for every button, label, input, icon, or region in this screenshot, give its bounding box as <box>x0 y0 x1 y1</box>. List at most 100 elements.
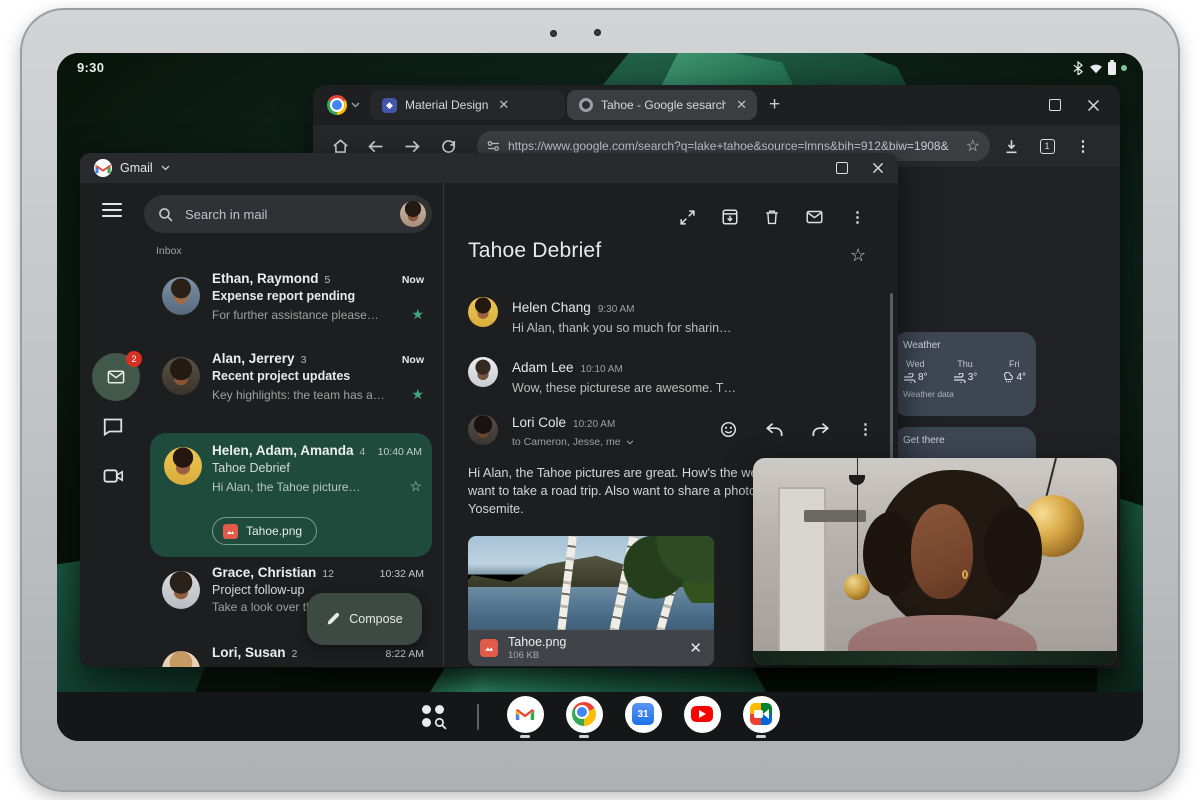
gmail-maximize-button[interactable] <box>836 162 848 174</box>
expand-icon[interactable] <box>680 209 695 225</box>
download-button[interactable] <box>996 139 1026 154</box>
sender-avatar <box>162 651 200 667</box>
delete-icon[interactable] <box>765 209 779 225</box>
new-tab-button[interactable]: + <box>769 94 780 116</box>
mail-search-field[interactable]: Search in mail <box>144 195 432 233</box>
back-button[interactable] <box>361 140 391 153</box>
calendar-icon: 31 <box>632 703 654 725</box>
tab-switcher-button[interactable]: 1 <box>1032 138 1062 154</box>
mail-list-item[interactable]: Ethan, Raymond 5 Now Expense report pendin… <box>148 271 432 349</box>
message-more-menu[interactable]: ⋮ <box>858 422 873 437</box>
message-sender: Adam Lee <box>512 360 574 375</box>
thread-count: 2 <box>291 648 298 660</box>
forward-button[interactable] <box>397 140 427 153</box>
tab-material-design[interactable]: ◆ Material Design ✕ <box>370 90 565 120</box>
message-sender: Helen Chang <box>512 300 591 315</box>
mail-list-item[interactable]: Lori, Susan 2 8:22 AM <box>148 645 432 667</box>
message-recipients: to Cameron, Jesse, me <box>512 436 621 448</box>
wind-icon <box>904 372 916 383</box>
home-button[interactable] <box>325 138 355 154</box>
message-time: 10:10 AM <box>580 364 623 375</box>
lamp-mount <box>849 474 866 485</box>
youtube-icon <box>691 706 713 722</box>
compose-label: Compose <box>349 612 403 626</box>
message-time: 9:30 AM <box>597 304 635 315</box>
taskbar-app-meet[interactable] <box>742 695 780 738</box>
message-header[interactable]: Helen Chang 9:30 AM Hi Alan, thank you so… <box>512 299 732 335</box>
search-placeholder: Search in mail <box>185 206 268 222</box>
running-indicator <box>520 734 530 738</box>
message-snippet: Hi Alan, thank you so much for sharin… <box>512 321 732 335</box>
mail-snippet: Hi Alan, the Tahoe picture… <box>212 479 361 494</box>
emoji-icon[interactable] <box>720 421 737 438</box>
envelope-icon[interactable] <box>806 210 823 224</box>
clock: 9:30 <box>77 60 105 75</box>
thread-star-icon[interactable]: ☆ <box>850 245 866 266</box>
star-icon[interactable]: ★ <box>411 386 424 403</box>
rail-chat-tab[interactable] <box>100 418 126 436</box>
video-call-window[interactable] <box>753 458 1117 665</box>
mail-time: 10:40 AM <box>377 446 422 458</box>
tab-close-icon[interactable]: ✕ <box>734 97 747 113</box>
chrome-icon <box>572 702 596 726</box>
tab-tahoe-search[interactable]: Tahoe - Google sesarch ✕ <box>567 90 757 120</box>
gmail-close-button[interactable] <box>872 162 884 174</box>
maximize-button[interactable] <box>1049 99 1061 111</box>
foliage-graphic <box>595 536 714 603</box>
download-bar[interactable]: Tahoe.png 106 KB ✕ <box>468 630 714 666</box>
site-info-icon[interactable] <box>487 140 500 152</box>
chevron-down-icon[interactable] <box>626 439 634 445</box>
mail-list-item[interactable]: Alan, Jerrery 3 Now Recent project updates… <box>148 351 432 429</box>
front-camera <box>550 30 557 37</box>
attachment-chip[interactable]: Tahoe.png <box>212 517 318 545</box>
bookmark-star-icon[interactable]: ☆ <box>966 136 980 156</box>
download-close-icon[interactable]: ✕ <box>689 639 702 657</box>
reload-button[interactable] <box>433 139 463 154</box>
tab-label: Material Design <box>405 98 489 112</box>
rail-mail-tab[interactable]: 2 <box>92 351 142 401</box>
caller-face <box>911 503 974 599</box>
menu-hamburger-button[interactable] <box>102 203 122 217</box>
sender-avatar <box>162 571 200 609</box>
front-mic <box>594 29 601 36</box>
message-header[interactable]: Lori Cole 10:20 AM to Cameron, Jesse, me <box>512 414 634 448</box>
star-icon[interactable]: ★ <box>411 306 424 323</box>
privacy-indicator-dot <box>1121 65 1127 71</box>
browser-more-menu[interactable]: ⋮ <box>1068 139 1098 154</box>
weather-title: Weather <box>903 340 941 351</box>
mail-list-item-selected[interactable]: Helen, Adam, Amanda 4 10:40 AM Tahoe Debri… <box>150 433 432 557</box>
email-body-line: Hi Alan, the Tahoe pictures are great. H… <box>468 465 769 480</box>
mail-icon <box>107 370 125 384</box>
forward-icon[interactable] <box>812 422 829 437</box>
mail-subject: Tahoe Debrief <box>212 461 290 475</box>
taskbar-app-gmail[interactable] <box>506 695 544 738</box>
attachment-name: Tahoe.png <box>246 524 303 538</box>
weather-card[interactable]: Weather Wed 8° Thu 3° Fri 4° Weather dat… <box>893 332 1036 416</box>
account-avatar[interactable] <box>400 201 426 227</box>
unread-badge: 2 <box>126 351 142 367</box>
message-avatar <box>468 297 498 327</box>
rail-meet-tab[interactable] <box>100 468 126 484</box>
archive-icon[interactable] <box>722 209 738 225</box>
tab-close-icon[interactable]: ✕ <box>496 97 509 113</box>
weather-footer: Weather data <box>903 389 954 399</box>
pendant-lamp-small <box>844 573 870 600</box>
reply-icon[interactable] <box>766 422 783 437</box>
message-header[interactable]: Adam Lee 10:10 AM Wow, these picturese ar… <box>512 359 736 395</box>
taskbar-app-youtube[interactable] <box>683 695 721 738</box>
mail-time: 8:22 AM <box>385 648 424 660</box>
taskbar-app-chrome[interactable] <box>565 695 603 738</box>
app-drawer-button[interactable] <box>421 704 447 730</box>
compose-button[interactable]: Compose <box>307 593 422 645</box>
browser-menu-button[interactable] <box>313 95 370 115</box>
thread-more-menu[interactable]: ⋮ <box>850 210 865 225</box>
weather-temp: 4° <box>1016 372 1026 383</box>
search-icon <box>159 207 173 221</box>
chrome-icon <box>327 95 347 115</box>
star-icon[interactable]: ☆ <box>409 478 422 495</box>
chevron-down-icon[interactable] <box>161 165 170 171</box>
taskbar-app-calendar[interactable]: 31 <box>624 695 662 738</box>
mail-time: Now <box>401 354 424 366</box>
pane-divider <box>443 183 444 667</box>
close-window-button[interactable] <box>1087 99 1100 112</box>
